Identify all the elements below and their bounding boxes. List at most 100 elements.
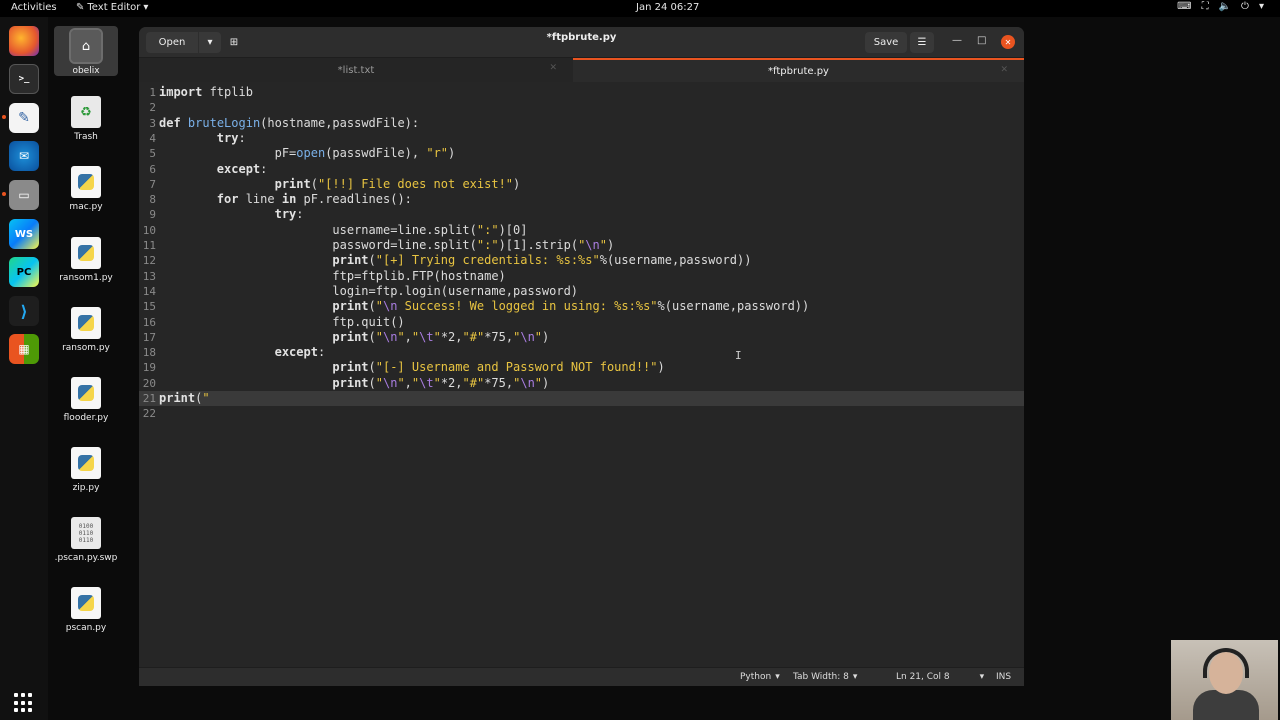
running-indicator bbox=[2, 192, 6, 196]
code-line[interactable]: 3 def bruteLogin(hostname,passwdFile): bbox=[139, 116, 1024, 131]
menu-button[interactable]: ☰ bbox=[910, 32, 934, 53]
keyboard-icon: ⌨ bbox=[1177, 1, 1192, 12]
files-icon[interactable]: ▭ bbox=[9, 180, 39, 210]
code-line[interactable]: 8 for line in pF.readlines(): bbox=[139, 192, 1024, 207]
desktop-icon-file[interactable]: ransom1.py bbox=[54, 237, 118, 283]
desktop-icon-label: flooder.py bbox=[63, 413, 109, 423]
tab-width-label: Tab Width: 8 bbox=[793, 672, 849, 682]
tab-ftpbrute-py[interactable]: *ftpbrute.py ✕ bbox=[573, 58, 1024, 82]
app-menu[interactable]: ✎ Text Editor ▾ bbox=[76, 2, 148, 13]
insert-mode[interactable]: INS bbox=[996, 672, 1011, 682]
code-text: pF=open(passwdFile), "r") bbox=[159, 146, 456, 161]
code-line[interactable]: 12 print("[+] Trying credentials: %s:%s"… bbox=[139, 253, 1024, 268]
close-icon[interactable]: ✕ bbox=[1000, 65, 1008, 75]
minimize-icon: — bbox=[952, 35, 962, 46]
desktop-icon-label: mac.py bbox=[69, 202, 103, 212]
code-line[interactable]: 16 ftp.quit() bbox=[139, 315, 1024, 330]
code-line[interactable]: 21 print(" bbox=[139, 391, 1024, 406]
line-number: 11 bbox=[142, 239, 156, 252]
code-line[interactable]: 18 except: bbox=[139, 345, 1024, 360]
desktop-icon-file[interactable]: mac.py bbox=[54, 166, 118, 212]
webstorm-icon[interactable]: WS bbox=[9, 219, 39, 249]
code-line[interactable]: 22 bbox=[139, 406, 1024, 421]
code-text: except: bbox=[274, 345, 326, 360]
code-text: print("[-] Username and Password NOT fou… bbox=[332, 360, 665, 375]
close-icon: ✕ bbox=[1004, 37, 1012, 47]
code-line[interactable]: 1 import ftplib bbox=[139, 85, 1024, 100]
code-text: password=line.split(":")[1].strip("\n") bbox=[159, 238, 615, 252]
software-icon[interactable]: ▦ bbox=[9, 334, 39, 364]
tab-label: *ftpbrute.py bbox=[768, 65, 829, 77]
code-line[interactable]: 10 username=line.split(":")[0] bbox=[139, 223, 1024, 238]
desktop-icon-label: ransom1.py bbox=[59, 273, 113, 283]
desktop-icon-file[interactable]: zip.py bbox=[54, 447, 118, 493]
code-line[interactable]: 15 print("\n Success! We logged in using… bbox=[139, 299, 1024, 314]
minimize-button[interactable]: — bbox=[952, 35, 962, 46]
line-number: 22 bbox=[142, 407, 156, 421]
vscode-icon[interactable]: ⟩ bbox=[9, 296, 39, 326]
code-line[interactable]: 6 except: bbox=[139, 162, 1024, 177]
desktop-icon-file[interactable]: 0100 0110 0110 .pscan.py.swp bbox=[54, 517, 118, 563]
desktop-icon-file[interactable]: flooder.py bbox=[54, 377, 118, 423]
chevron-down-icon: ▾ bbox=[1258, 1, 1264, 12]
chevron-down-icon: ▾ bbox=[775, 672, 780, 682]
clock[interactable]: Jan 24 06:27 bbox=[636, 2, 699, 13]
maximize-icon: □ bbox=[977, 35, 987, 46]
maximize-button[interactable]: □ bbox=[977, 35, 986, 46]
desktop-icon-home[interactable]: ⌂ obelix bbox=[54, 26, 118, 76]
code-line[interactable]: 4 try: bbox=[139, 131, 1024, 146]
cursor-position[interactable]: Ln 21, Col 8 ▾ bbox=[896, 672, 984, 682]
code-text: print("\n","\t"*2,"#"*75,"\n") bbox=[332, 329, 550, 344]
desktop-icon-trash[interactable]: ♻ Trash bbox=[54, 96, 118, 142]
close-button[interactable]: ✕ bbox=[1001, 35, 1015, 49]
line-number: 7 bbox=[149, 177, 156, 191]
code-line[interactable]: 17 print("\n","\t"*2,"#"*75,"\n") bbox=[139, 330, 1024, 345]
power-icon: ⏻ bbox=[1241, 1, 1249, 12]
thunderbird-icon[interactable]: ✉ bbox=[9, 141, 39, 171]
close-icon[interactable]: ✕ bbox=[549, 63, 557, 73]
code-line[interactable]: 14 login=ftp.login(username,password) bbox=[139, 284, 1024, 299]
save-button[interactable]: Save bbox=[865, 32, 907, 53]
code-line[interactable]: 9 try: bbox=[139, 207, 1024, 222]
tab-list-txt[interactable]: *list.txt ✕ bbox=[139, 58, 573, 82]
code-line[interactable]: 7 print("[!!] File does not exist!") bbox=[139, 177, 1024, 192]
code-line[interactable]: 2 bbox=[139, 100, 1024, 115]
text-editor-icon[interactable]: ✎ bbox=[9, 103, 39, 133]
network-icon: ⛶ bbox=[1201, 1, 1209, 12]
webcam-overlay bbox=[1171, 640, 1278, 720]
home-folder-icon: ⌂ bbox=[69, 28, 103, 64]
code-text: print("\n Success! We logged in using: %… bbox=[332, 299, 810, 314]
firefox-icon[interactable] bbox=[9, 26, 39, 56]
activities-button[interactable]: Activities bbox=[11, 2, 57, 13]
line-number: 4 bbox=[149, 131, 156, 145]
desktop-icon-file[interactable]: pscan.py bbox=[54, 587, 118, 633]
code-line[interactable]: 20 print("\n","\t"*2,"#"*75,"\n") bbox=[139, 376, 1024, 391]
line-number: 19 bbox=[142, 361, 156, 375]
line-number: 10 bbox=[142, 223, 156, 237]
system-tray[interactable]: ⌨ ⛶ 🔈 ⏻ ▾ bbox=[1177, 1, 1264, 12]
code-editor[interactable]: I 1 import ftplib 2 3 def bruteLogin(hostnam… bbox=[139, 82, 1024, 667]
cursor-position-label: Ln 21, Col 8 bbox=[896, 672, 950, 682]
line-number: 15 bbox=[142, 300, 156, 314]
headphones-icon bbox=[1203, 648, 1249, 678]
desktop-icon-label: Trash bbox=[74, 132, 98, 142]
terminal-icon[interactable]: >_ bbox=[9, 64, 39, 94]
volume-icon: 🔈 bbox=[1218, 1, 1232, 12]
line-number: 12 bbox=[142, 254, 156, 268]
code-line[interactable]: 5 pF=open(passwdFile), "r") bbox=[139, 146, 1024, 161]
desktop-icon-label: pscan.py bbox=[65, 623, 107, 633]
python-file-icon bbox=[71, 307, 101, 339]
pycharm-icon[interactable]: PC bbox=[9, 257, 39, 287]
code-line[interactable]: 13 ftp=ftplib.FTP(hostname) bbox=[139, 269, 1024, 284]
code-text: for line in pF.readlines(): bbox=[216, 192, 412, 207]
chevron-down-icon: ▾ bbox=[979, 672, 985, 682]
tab-label: *list.txt bbox=[337, 64, 375, 76]
python-file-icon bbox=[71, 237, 101, 269]
top-bar: Activities ✎ Text Editor ▾ Jan 24 06:27 … bbox=[0, 0, 1280, 17]
tab-width-selector[interactable]: Tab Width: 8 ▾ bbox=[793, 672, 857, 682]
code-line[interactable]: 11 password=line.split(":")[1].strip("\n… bbox=[139, 238, 1024, 253]
show-apps-icon[interactable] bbox=[14, 693, 34, 713]
code-line[interactable]: 19 print("[-] Username and Password NOT … bbox=[139, 360, 1024, 375]
language-selector[interactable]: Python ▾ bbox=[740, 672, 780, 682]
desktop-icon-file[interactable]: ransom.py bbox=[54, 307, 118, 353]
